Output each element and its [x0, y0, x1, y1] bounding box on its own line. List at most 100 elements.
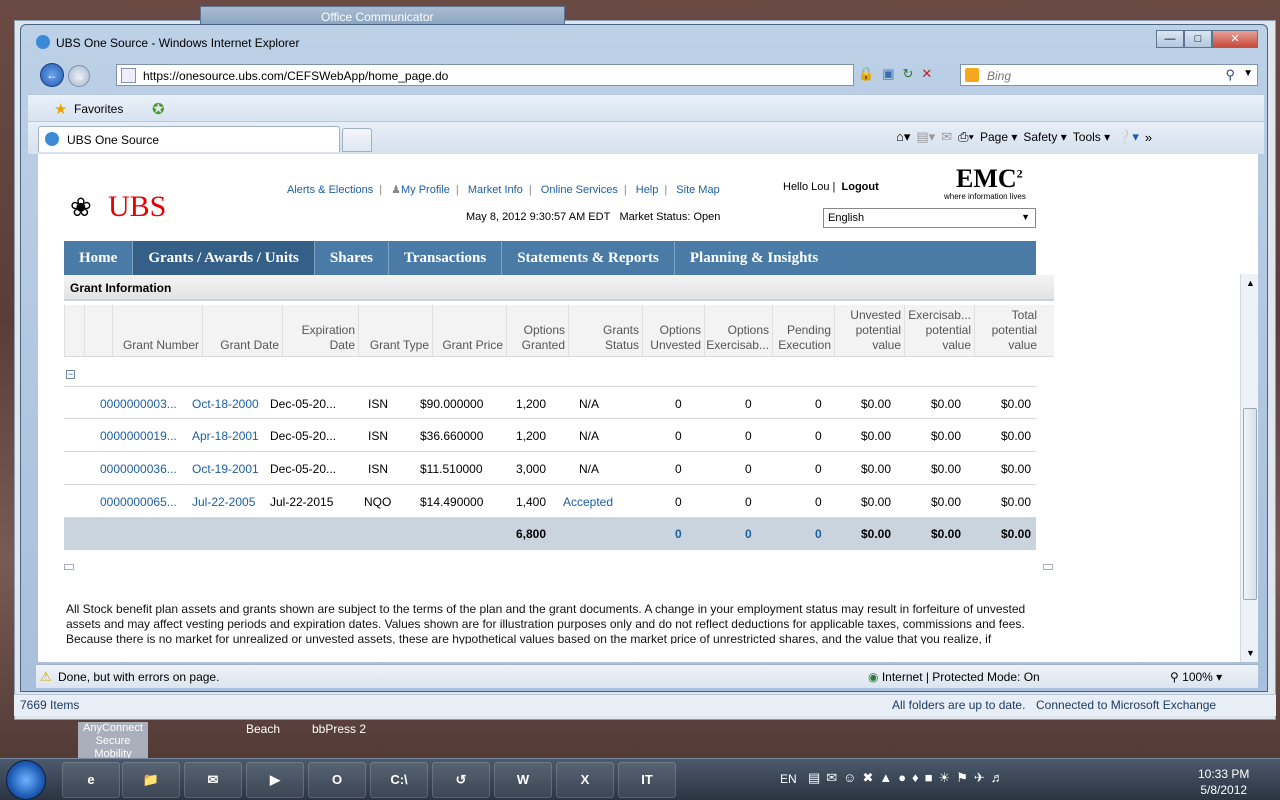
total-pending-link[interactable]: 0	[815, 527, 822, 541]
favorites-button[interactable]: Favorites	[74, 102, 123, 116]
site-map-link[interactable]: Site Map	[676, 184, 719, 196]
grant-number-link[interactable]: 0000000036...	[100, 462, 177, 476]
grant-number-link[interactable]: 0000000019...	[100, 429, 177, 443]
language-select[interactable]: English ▼	[823, 208, 1036, 228]
nav-grants-awards-units[interactable]: Grants / Awards / Units	[133, 241, 315, 275]
zoom-level[interactable]: ⚲ 100% ▾	[1170, 670, 1222, 684]
taskbar-ie-icon[interactable]: e	[62, 762, 120, 798]
back-button[interactable]: ←	[40, 63, 64, 87]
total-unvested-link[interactable]: 0	[675, 527, 682, 541]
chevron-down-icon[interactable]: ▼	[1243, 68, 1253, 79]
taskbar-it-help-icon[interactable]: IT	[618, 762, 676, 798]
chevron-right-icon[interactable]: »	[1145, 130, 1152, 145]
nav-statements-reports[interactable]: Statements & Reports	[502, 241, 675, 275]
help-link[interactable]: Help	[636, 184, 659, 196]
taskbar-word-icon[interactable]: W	[494, 762, 552, 798]
tab-ubs-one-source[interactable]: UBS One Source	[38, 126, 340, 152]
header-options-exercisable[interactable]: Options Exercisab...	[704, 305, 772, 357]
mail-icon[interactable]: ✉	[941, 129, 952, 145]
cell: 0	[745, 397, 752, 411]
header-unvested-value[interactable]: Unvested potential value	[834, 305, 904, 357]
header-options-granted[interactable]: Options Granted	[506, 305, 568, 357]
cell: 0	[745, 429, 752, 443]
scroll-up-icon[interactable]: ▲	[1246, 278, 1255, 288]
warning-icon[interactable]: ⚠	[40, 669, 52, 685]
taskbar-excel-icon[interactable]: X	[556, 762, 614, 798]
tools-menu[interactable]: Tools ▾	[1073, 130, 1110, 144]
taskbar-outlook-app-icon[interactable]: O	[308, 762, 366, 798]
grant-number-link[interactable]: 0000000065...	[100, 495, 177, 509]
taskbar-communicator-icon[interactable]: ↺	[432, 762, 490, 798]
bbpress-desktop-label[interactable]: bbPress 2	[312, 722, 366, 736]
collapse-icon[interactable]: −	[66, 370, 75, 379]
page-scrollbar[interactable]: ▲ ▼	[1240, 274, 1258, 662]
header-expiration-date[interactable]: Expiration Date	[282, 305, 358, 357]
add-favorite-icon[interactable]: ✪	[152, 100, 165, 118]
header-grant-number[interactable]: Grant Number	[112, 305, 202, 357]
market-info-link[interactable]: Market Info	[468, 184, 523, 196]
taskbar-cmd-icon[interactable]: C:\	[370, 762, 428, 798]
beach-desktop-label[interactable]: Beach	[246, 722, 280, 736]
start-button[interactable]	[6, 760, 46, 800]
search-placeholder[interactable]: Bing	[987, 69, 1011, 83]
nav-shares[interactable]: Shares	[315, 241, 389, 275]
grant-date-link[interactable]: Oct-19-2001	[192, 462, 259, 476]
address-url[interactable]: https://onesource.ubs.com/CEFSWebApp/hom…	[143, 69, 448, 83]
my-profile-link[interactable]: My Profile	[401, 184, 450, 196]
online-services-link[interactable]: Online Services	[541, 184, 618, 196]
compat-view-icon[interactable]: ▣	[882, 66, 894, 82]
stop-icon[interactable]: ✕	[921, 66, 932, 82]
search-icon[interactable]: ⚲	[1225, 67, 1235, 83]
close-button[interactable]: ✕	[1212, 30, 1258, 48]
address-bar[interactable]: https://onesource.ubs.com/CEFSWebApp/hom…	[116, 64, 854, 86]
ubs-logo[interactable]: UBS	[108, 190, 166, 224]
logout-link[interactable]: Logout	[842, 181, 879, 193]
taskbar-explorer-icon[interactable]: 📁	[122, 762, 180, 798]
rss-icon[interactable]: ▤▾	[916, 129, 935, 145]
header-options-unvested[interactable]: Options Unvested	[642, 305, 704, 357]
new-tab-button[interactable]	[342, 128, 372, 152]
forward-button[interactable]: →	[68, 65, 90, 87]
grant-number-link[interactable]: 0000000003...	[100, 397, 177, 411]
clock[interactable]: 10:33 PM 5/8/2012	[1198, 766, 1249, 798]
total-exercisable-link[interactable]: 0	[745, 527, 752, 541]
nav-home[interactable]: Home	[64, 241, 134, 275]
header-grants-status[interactable]: Grants Status	[568, 305, 642, 357]
grant-status-accepted-link[interactable]: Accepted	[563, 495, 613, 509]
header-grant-type[interactable]: Grant Type	[358, 305, 432, 357]
help-icon[interactable]: ❔▾	[1116, 129, 1139, 145]
alerts-elections-link[interactable]: Alerts & Elections	[287, 184, 373, 196]
print-icon[interactable]: ⎙▾	[958, 129, 974, 145]
anyconnect-desktop-icon[interactable]: AnyConnect Secure Mobility	[78, 722, 148, 760]
maximize-button[interactable]: □	[1184, 30, 1212, 48]
office-communicator-titlebar[interactable]: Office Communicator	[200, 6, 565, 26]
resize-handle-right[interactable]	[1043, 564, 1053, 570]
language-indicator[interactable]: EN	[780, 772, 797, 786]
exchange-status[interactable]: Connected to Microsoft Exchange	[1036, 698, 1216, 712]
header-grant-price[interactable]: Grant Price	[432, 305, 506, 357]
safety-menu[interactable]: Safety ▾	[1023, 130, 1066, 144]
minimize-button[interactable]: —	[1156, 30, 1184, 48]
nav-planning-insights[interactable]: Planning & Insights	[675, 241, 833, 275]
header-pending-execution[interactable]: Pending Execution	[772, 305, 834, 357]
header-grant-date[interactable]: Grant Date	[202, 305, 282, 357]
search-box[interactable]: Bing ⚲ ▼	[960, 64, 1258, 86]
tray-icons[interactable]: ▤✉☺✖▲●♦■☀⚑✈♬	[808, 770, 1010, 786]
grant-date-link[interactable]: Apr-18-2001	[192, 429, 259, 443]
header-exercisable-value[interactable]: Exercisab... potential value	[904, 305, 974, 357]
nav-transactions[interactable]: Transactions	[389, 241, 503, 275]
bing-icon	[965, 68, 979, 82]
grant-date-link[interactable]: Jul-22-2005	[192, 495, 255, 509]
home-icon[interactable]: ⌂▾	[896, 129, 910, 145]
grant-date-link[interactable]: Oct-18-2000	[192, 397, 259, 411]
taskbar-media-icon[interactable]: ▶	[246, 762, 304, 798]
refresh-icon[interactable]: ↻	[902, 66, 913, 82]
scroll-down-icon[interactable]: ▼	[1246, 648, 1255, 658]
page-menu[interactable]: Page ▾	[980, 130, 1017, 144]
header-total-value[interactable]: Total potential value	[974, 305, 1040, 357]
favorites-star-icon[interactable]: ★	[54, 100, 67, 118]
resize-handle-left[interactable]	[64, 564, 74, 570]
lock-icon[interactable]: 🔒	[858, 66, 874, 82]
scroll-thumb[interactable]	[1243, 408, 1257, 600]
taskbar-outlook-icon[interactable]: ✉	[184, 762, 242, 798]
